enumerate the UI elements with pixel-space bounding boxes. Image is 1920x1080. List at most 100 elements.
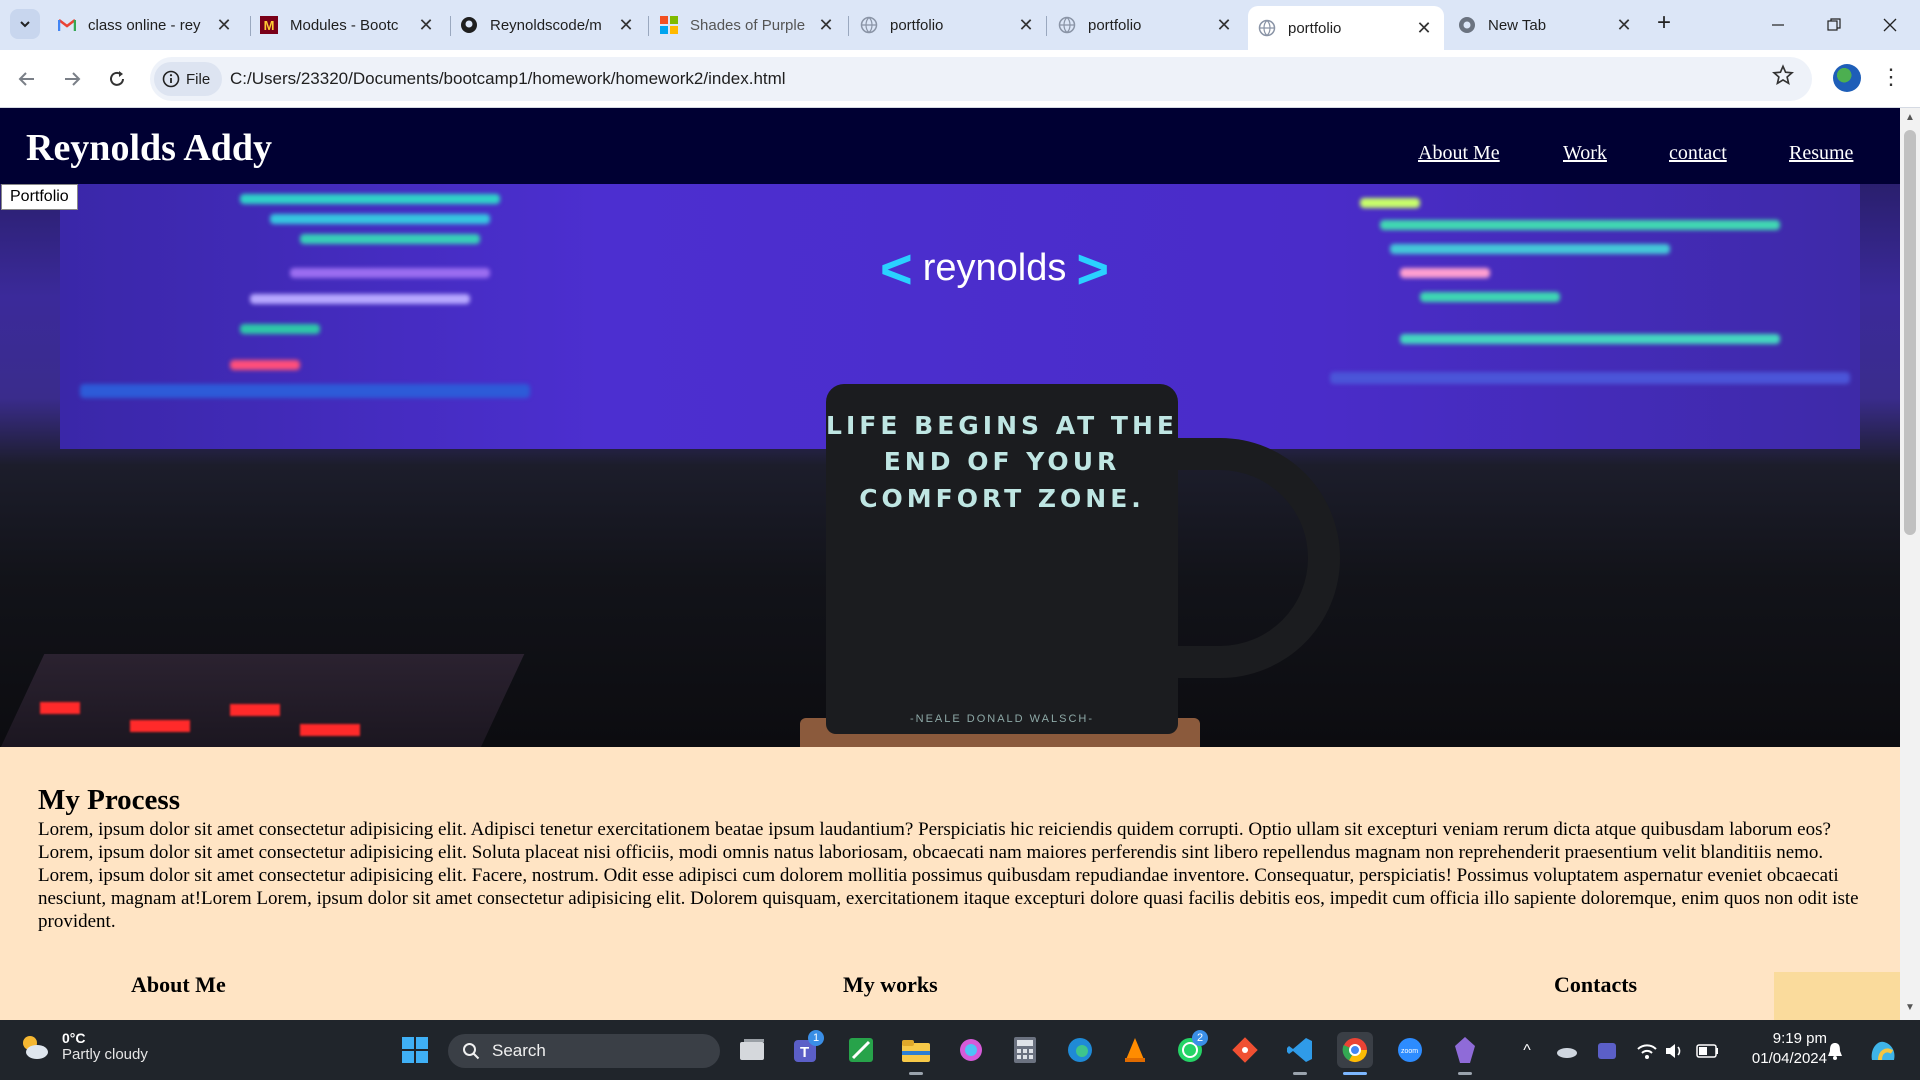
wifi-icon[interactable]	[1636, 1040, 1658, 1062]
brand-right-bracket: >	[1076, 237, 1110, 300]
svg-text:zoom: zoom	[1401, 1048, 1418, 1055]
nav-about-me[interactable]: About Me	[1418, 142, 1500, 165]
taskbar-search[interactable]: Search	[448, 1034, 720, 1068]
task-view-icon[interactable]	[734, 1032, 770, 1068]
weather-temp: 0°C	[62, 1030, 86, 1046]
globe-icon	[1258, 19, 1276, 37]
windows-icon	[402, 1037, 428, 1063]
microsoft-icon	[660, 16, 678, 34]
close-icon	[1883, 18, 1897, 32]
teams-badge: 1	[808, 1030, 824, 1046]
site-header: Reynolds Addy About Me Work contact Resu…	[0, 108, 1900, 184]
contact-accent-box	[1774, 972, 1900, 1020]
chrome-icon	[1458, 16, 1476, 34]
tab-portfolio-active[interactable]: portfolio ✕	[1248, 6, 1444, 50]
arrow-right-icon	[65, 72, 81, 86]
edge-icon[interactable]	[1062, 1032, 1098, 1068]
nav-work[interactable]: Work	[1563, 142, 1607, 165]
close-tab-icon[interactable]: ✕	[816, 15, 836, 36]
sheets-app-icon[interactable]	[843, 1032, 879, 1068]
close-window-button[interactable]	[1862, 0, 1918, 50]
process-paragraph: Lorem, ipsum dolor sit amet consectetur …	[38, 819, 1859, 932]
search-icon	[463, 1043, 480, 1060]
reload-button[interactable]	[102, 64, 132, 94]
profile-avatar[interactable]	[1833, 64, 1861, 92]
copilot-icon[interactable]	[1868, 1040, 1898, 1062]
close-tab-icon[interactable]: ✕	[1414, 18, 1434, 39]
close-tab-icon[interactable]: ✕	[214, 15, 234, 36]
scroll-up-icon[interactable]: ▲	[1904, 112, 1916, 126]
restore-button[interactable]	[1806, 0, 1862, 50]
mug-quote: LIFE BEGINS AT THE END OF YOUR COMFORT Z…	[826, 411, 1178, 513]
notification-bell-icon[interactable]	[1824, 1040, 1846, 1062]
close-tab-icon[interactable]: ✕	[1214, 15, 1234, 36]
scroll-down-icon[interactable]: ▼	[1904, 1002, 1916, 1016]
clock-date: 01/04/2024	[1751, 1050, 1827, 1067]
tab-github[interactable]: Reynoldscode/m ✕	[450, 6, 646, 44]
nav-resume[interactable]: Resume	[1789, 142, 1853, 165]
github-icon	[460, 16, 478, 34]
system-clock[interactable]: 9:19 pm 01/04/2024	[1735, 1029, 1827, 1069]
tab-portfolio-1[interactable]: portfolio ✕	[850, 6, 1046, 44]
arrow-left-icon	[18, 72, 34, 86]
restore-icon	[1827, 18, 1841, 31]
zoom-icon[interactable]: zoom	[1392, 1032, 1428, 1068]
tab-modules[interactable]: M Modules - Bootc ✕	[250, 6, 446, 44]
process-heading: My Process	[38, 784, 180, 816]
close-tab-icon[interactable]: ✕	[1016, 15, 1036, 36]
tab-portfolio-2[interactable]: portfolio ✕	[1048, 6, 1244, 44]
hero-brand: < reynolds >	[870, 236, 1119, 301]
tab-new-tab[interactable]: New Tab ✕	[1448, 6, 1644, 44]
vlc-icon[interactable]	[1117, 1032, 1153, 1068]
site-title: Reynolds Addy	[26, 127, 273, 169]
nav-contact[interactable]: contact	[1669, 142, 1727, 165]
mug-handle	[1160, 438, 1340, 678]
back-button[interactable]	[12, 64, 42, 94]
page-viewport: LIFE BEGINS AT THE END OF YOUR COMFORT Z…	[0, 108, 1920, 1020]
svg-text:T: T	[800, 1044, 809, 1061]
bookmark-star-icon[interactable]	[1772, 64, 1800, 94]
hero-image: LIFE BEGINS AT THE END OF YOUR COMFORT Z…	[0, 184, 1900, 747]
menu-kebab-icon[interactable]: ⋮	[1880, 66, 1902, 92]
reload-icon	[110, 71, 124, 86]
new-tab-button[interactable]: +	[1650, 10, 1678, 38]
portfolio-button[interactable]: Portfolio	[1, 184, 78, 210]
gmail-icon	[58, 16, 76, 34]
forward-button[interactable]	[57, 64, 87, 94]
close-tab-icon[interactable]: ✕	[616, 15, 636, 36]
minimize-icon	[1772, 24, 1784, 26]
vscode-icon[interactable]	[1282, 1032, 1318, 1068]
contacts-heading: Contacts	[1554, 972, 1638, 997]
clock-time: 9:19 pm	[1772, 1030, 1827, 1047]
mug-quote-author: -NEALE DONALD WALSCH-	[909, 713, 1094, 725]
battery-icon[interactable]	[1696, 1040, 1718, 1062]
chrome-taskbar-icon[interactable]	[1337, 1032, 1373, 1068]
weather-condition: Partly cloudy	[62, 1046, 148, 1063]
file-explorer-icon[interactable]	[898, 1032, 934, 1068]
onedrive-icon[interactable]	[1556, 1040, 1578, 1062]
tab-search-button[interactable]	[10, 9, 40, 39]
weather-widget[interactable]: 0°C Partly cloudy	[18, 1030, 148, 1063]
close-tab-icon[interactable]: ✕	[1614, 15, 1634, 36]
git-icon[interactable]	[1227, 1032, 1263, 1068]
teams-tray-icon[interactable]	[1596, 1040, 1618, 1062]
scrollbar-thumb[interactable]	[1904, 130, 1916, 535]
chevron-down-icon	[20, 21, 30, 28]
about-me-heading: About Me	[131, 972, 226, 997]
partly-cloudy-icon	[18, 1031, 50, 1063]
calculator-icon[interactable]	[1007, 1032, 1043, 1068]
url-text[interactable]: C:/Users/23320/Documents/bootcamp1/homew…	[230, 69, 786, 89]
volume-icon[interactable]	[1664, 1040, 1686, 1062]
photos-app-icon[interactable]	[953, 1032, 989, 1068]
site-info-chip[interactable]: File	[154, 62, 223, 96]
globe-icon	[1058, 16, 1076, 34]
obsidian-icon[interactable]	[1447, 1032, 1483, 1068]
minimize-button[interactable]	[1750, 0, 1806, 50]
chevron-up-icon[interactable]: ^	[1516, 1040, 1538, 1062]
start-button[interactable]	[397, 1032, 433, 1068]
university-icon: M	[260, 16, 278, 34]
brand-left-bracket: <	[880, 237, 913, 300]
close-tab-icon[interactable]: ✕	[416, 15, 436, 36]
tab-shades-of-purple[interactable]: Shades of Purple ✕	[650, 6, 846, 44]
tab-gmail[interactable]: class online - rey ✕	[48, 6, 244, 44]
